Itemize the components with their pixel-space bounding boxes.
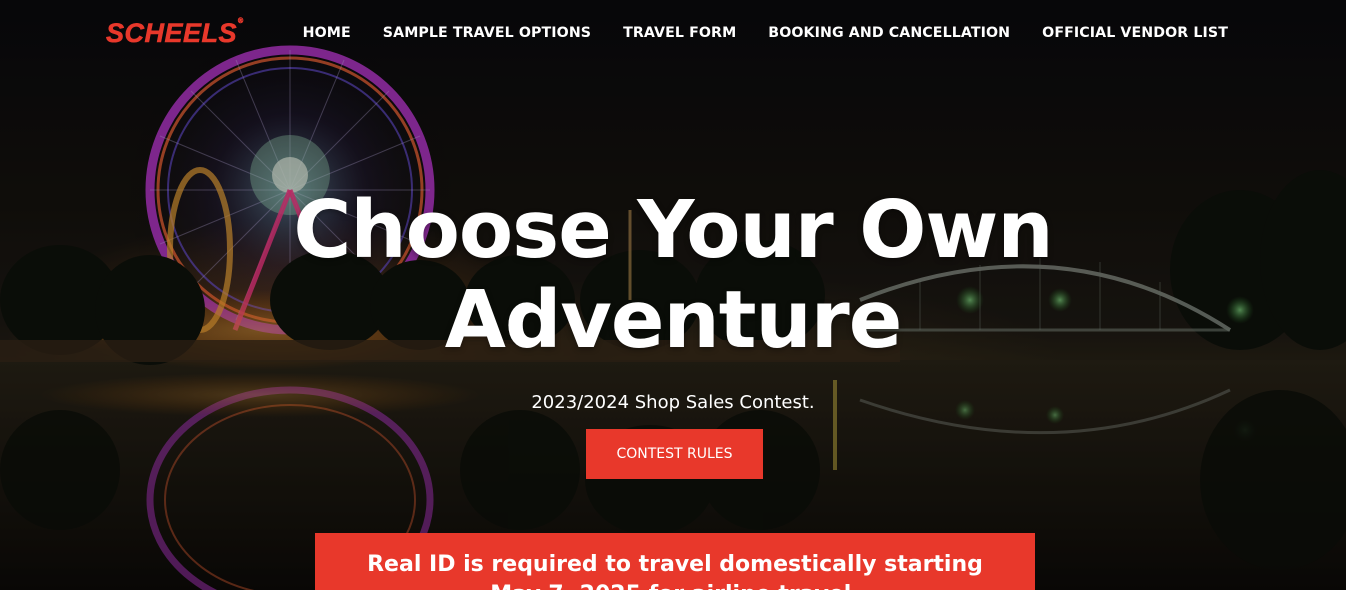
- registered-mark: ®: [238, 18, 244, 26]
- scheels-logo[interactable]: SCHEELS®: [106, 18, 244, 49]
- real-id-notice-banner: Real ID is required to travel domestical…: [315, 533, 1035, 590]
- contest-rules-button[interactable]: CONTEST RULES: [586, 429, 763, 479]
- nav-official-vendor-list[interactable]: OFFICIAL VENDOR LIST: [1042, 25, 1228, 41]
- nav-travel-form[interactable]: TRAVEL FORM: [623, 25, 736, 41]
- nav-booking-and-cancellation[interactable]: BOOKING AND CANCELLATION: [768, 25, 1010, 41]
- hero-headline: Choose Your Own Adventure: [173, 185, 1173, 365]
- nav-home[interactable]: HOME: [303, 25, 351, 41]
- headline-line-2: Adventure: [444, 274, 903, 366]
- hero-subheadline: 2023/2024 Shop Sales Contest.: [531, 392, 815, 413]
- nav-sample-travel-options[interactable]: SAMPLE TRAVEL OPTIONS: [383, 25, 591, 41]
- main-nav: HOME SAMPLE TRAVEL OPTIONS TRAVEL FORM B…: [271, 25, 1228, 41]
- logo-text: SCHEELS: [106, 18, 238, 49]
- headline-line-1: Choose Your Own: [293, 184, 1053, 276]
